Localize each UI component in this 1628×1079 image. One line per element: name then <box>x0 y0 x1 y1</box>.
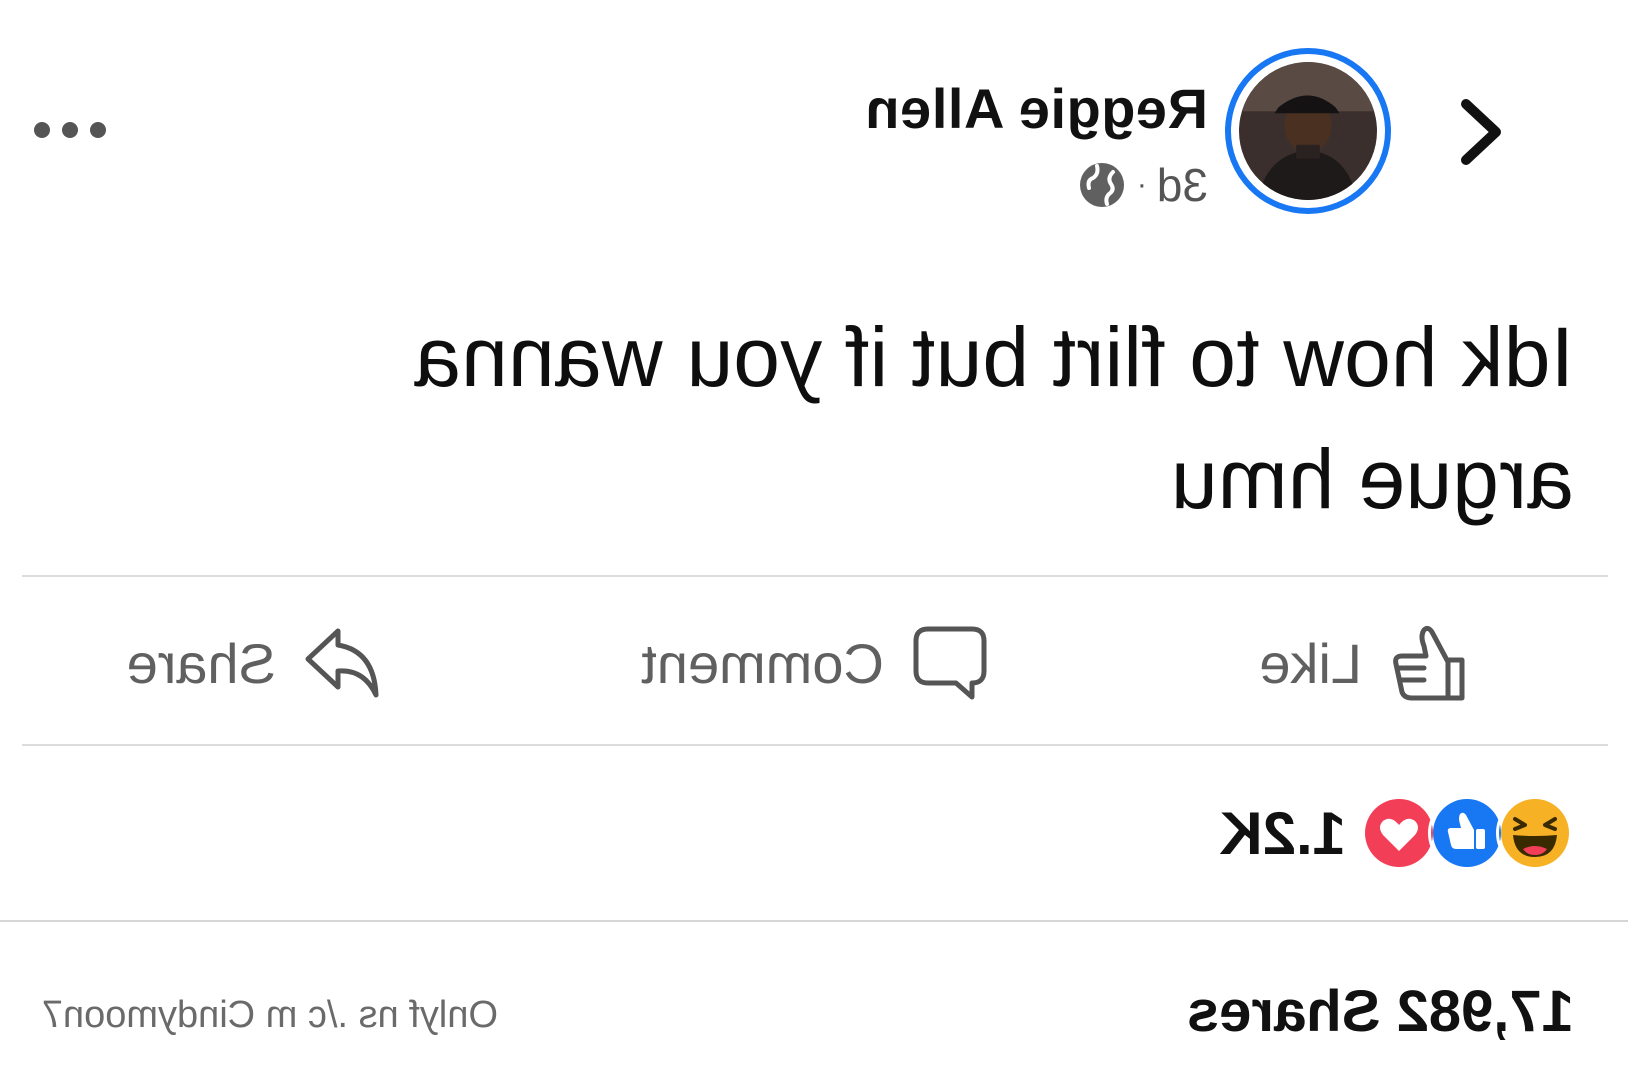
post-timestamp[interactable]: 3d <box>1157 158 1208 212</box>
haha-reaction-icon <box>1496 794 1574 872</box>
back-chevron-icon[interactable] <box>1450 92 1510 172</box>
post-meta: 3d · <box>1077 158 1208 212</box>
comment-label: Comment <box>641 631 884 695</box>
reactions-summary[interactable]: 1.2K <box>1219 794 1574 872</box>
like-button[interactable]: Like <box>1259 618 1468 708</box>
post-card: Reggie Allen 3d · Idk how to flirt but i… <box>0 0 1628 1079</box>
post-text: Idk how to flirt but if you wanna argue … <box>414 310 1574 526</box>
share-arrow-icon <box>305 628 379 698</box>
globe-icon[interactable] <box>1077 160 1127 210</box>
reaction-count: 1.2K <box>1219 799 1346 867</box>
divider <box>22 575 1608 577</box>
avatar-photo <box>1239 62 1377 200</box>
share-label: Share <box>126 631 276 695</box>
watermark: Onlyf ns ./c m Cindymoon7 <box>41 994 498 1036</box>
more-dots-icon[interactable] <box>32 118 108 142</box>
divider <box>0 920 1628 922</box>
comment-bubble-icon <box>913 626 987 700</box>
avatar[interactable] <box>1225 48 1391 214</box>
share-button[interactable]: Share <box>127 618 382 708</box>
meta-separator: · <box>1136 168 1147 201</box>
comment-button[interactable]: Comment <box>641 618 990 708</box>
author-name[interactable]: Reggie Allen <box>865 76 1208 141</box>
thumbs-up-icon <box>1393 625 1465 701</box>
like-label: Like <box>1259 631 1362 695</box>
divider <box>22 744 1608 746</box>
like-reaction-icon <box>1428 794 1506 872</box>
love-reaction-icon <box>1360 794 1438 872</box>
shares-count[interactable]: 17,982 Shares <box>1187 978 1574 1045</box>
